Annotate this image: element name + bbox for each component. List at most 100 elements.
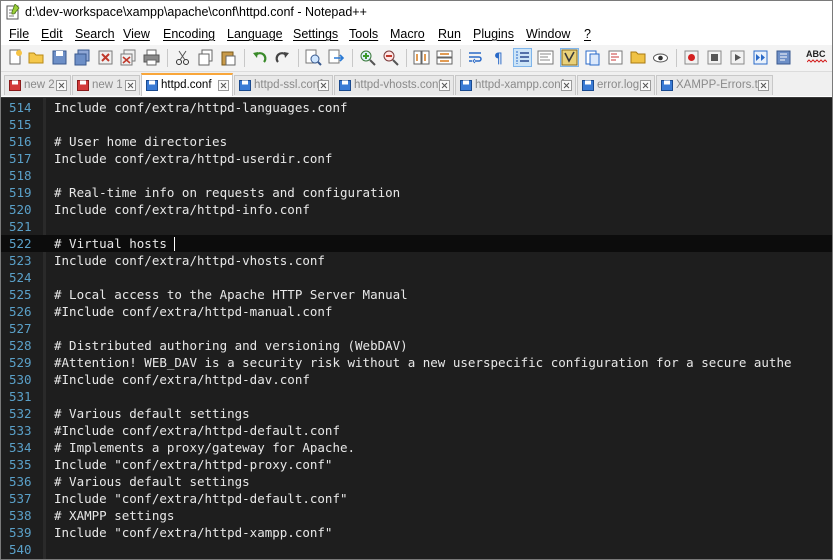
tab-error-log[interactable]: error.log (577, 75, 655, 95)
tab-label: error.log (597, 79, 640, 91)
line-text: # Various default settings (54, 406, 250, 421)
menu-help[interactable]: ? (584, 27, 591, 41)
menu-window[interactable]: Window (526, 27, 570, 41)
code-line: 519 # Real-time info on requests and conf… (1, 184, 832, 201)
line-number: 519 (9, 185, 32, 200)
stop-recording-icon[interactable] (706, 49, 723, 66)
line-number: 527 (9, 321, 32, 336)
tab-close-button[interactable] (640, 80, 651, 91)
menu-macro[interactable]: Macro (390, 27, 425, 41)
line-number: 516 (9, 134, 32, 149)
tab-new-1[interactable]: new 1 (72, 75, 140, 95)
line-text: Include conf/extra/httpd-vhosts.conf (54, 253, 325, 268)
saved-file-icon (339, 80, 351, 91)
menu-edit[interactable]: Edit (41, 27, 63, 41)
tab-httpd-conf[interactable]: httpd.conf (141, 73, 233, 96)
replace-icon[interactable] (328, 49, 345, 66)
line-number: 526 (9, 304, 32, 319)
tab-httpd-ssl-conf[interactable]: httpd-ssl.conf (234, 75, 333, 95)
line-text: #Include conf/extra/httpd-dav.conf (54, 372, 310, 387)
save-all-icon[interactable] (74, 49, 91, 66)
spell-check-icon[interactable]: ABC (805, 49, 829, 66)
user-defined-language-icon[interactable] (537, 49, 554, 66)
line-number: 532 (9, 406, 32, 421)
sync-vertical-icon[interactable] (413, 49, 430, 66)
line-number: 518 (9, 168, 32, 183)
tab-close-button[interactable] (125, 80, 136, 91)
line-number: 529 (9, 355, 32, 370)
tab-close-button[interactable] (56, 80, 67, 91)
record-macro-icon[interactable] (683, 49, 700, 66)
close-icon[interactable] (97, 49, 114, 66)
current-code-line: 522 # Virtual hosts (1, 235, 832, 252)
menu-file[interactable]: File (9, 27, 29, 41)
line-number: 514 (9, 100, 32, 115)
line-number: 525 (9, 287, 32, 302)
code-line: 537 Include "conf/extra/httpd-default.con… (1, 490, 832, 507)
monitoring-icon[interactable] (630, 49, 647, 66)
menu-search[interactable]: Search (75, 27, 115, 41)
playback-macro-icon[interactable] (729, 49, 746, 66)
undo-icon[interactable] (251, 49, 268, 66)
tab-close-button[interactable] (439, 80, 450, 91)
code-line: 538 # XAMPP settings (1, 507, 832, 524)
toolbar-separator (167, 49, 168, 67)
tab-label: httpd.conf (161, 79, 212, 91)
line-text: # User home directories (54, 134, 228, 149)
show-all-characters-icon[interactable]: ¶ (490, 49, 507, 66)
folder-workspace-icon[interactable] (607, 49, 624, 66)
tab-new-2[interactable]: new 2 (4, 75, 71, 95)
tab-httpd-vhosts-conf[interactable]: httpd-vhosts.conf (334, 75, 454, 95)
new-file-icon[interactable] (7, 49, 24, 66)
tab-close-button[interactable] (218, 80, 229, 91)
function-list-icon[interactable] (584, 49, 601, 66)
spell-check-label: ABC (806, 49, 826, 59)
document-map-icon[interactable] (560, 48, 579, 67)
unsaved-file-icon (9, 80, 21, 91)
word-wrap-icon[interactable] (467, 49, 484, 66)
line-text: Include "conf/extra/httpd-xampp.conf" (54, 525, 333, 540)
menu-view[interactable]: View (123, 27, 150, 41)
spell-squiggle-icon (807, 59, 827, 63)
tab-close-button[interactable] (561, 80, 572, 91)
save-icon[interactable] (51, 49, 68, 66)
tab-close-button[interactable] (318, 80, 329, 91)
line-number: 528 (9, 338, 32, 353)
zoom-out-icon[interactable] (382, 49, 399, 66)
tab-xampp-errors-txt[interactable]: XAMPP-Errors.txt (656, 75, 773, 95)
code-line: 528 # Distributed authoring and versionin… (1, 337, 832, 354)
menu-language[interactable]: Language (227, 27, 283, 41)
menu-settings[interactable]: Settings (293, 27, 338, 41)
save-macro-icon[interactable] (775, 49, 792, 66)
find-icon[interactable] (305, 49, 322, 66)
run-macro-multiple-icon[interactable] (752, 49, 769, 66)
line-number: 530 (9, 372, 32, 387)
code-line: 516 # User home directories (1, 133, 832, 150)
saved-file-icon (146, 80, 158, 91)
code-line: 518 (1, 167, 832, 184)
eye-icon[interactable] (652, 49, 669, 66)
toolbar: ¶ ABC (1, 45, 832, 72)
redo-icon[interactable] (274, 49, 291, 66)
code-editor[interactable]: 514 Include conf/extra/httpd-languages.co… (1, 97, 832, 559)
menu-encoding[interactable]: Encoding (163, 27, 215, 41)
paste-icon[interactable] (220, 49, 237, 66)
print-icon[interactable] (143, 49, 160, 66)
cut-icon[interactable] (174, 49, 191, 66)
svg-text:¶: ¶ (494, 51, 503, 66)
copy-icon[interactable] (197, 49, 214, 66)
sync-horizontal-icon[interactable] (436, 49, 453, 66)
tab-httpd-xampp-conf[interactable]: httpd-xampp.conf (455, 75, 576, 95)
code-line: 517 Include conf/extra/httpd-userdir.conf (1, 150, 832, 167)
line-text: Include "conf/extra/httpd-default.conf" (54, 491, 348, 506)
tab-close-button[interactable] (758, 80, 769, 91)
menu-run[interactable]: Run (438, 27, 461, 41)
open-file-icon[interactable] (28, 49, 45, 66)
zoom-in-icon[interactable] (359, 49, 376, 66)
close-all-icon[interactable] (120, 49, 137, 66)
code-line: 539 Include "conf/extra/httpd-xampp.conf" (1, 524, 832, 541)
menu-tools[interactable]: Tools (349, 27, 378, 41)
menu-plugins[interactable]: Plugins (473, 27, 514, 41)
line-text: #Include conf/extra/httpd-default.conf (54, 423, 340, 438)
indent-guide-icon[interactable] (513, 48, 532, 67)
